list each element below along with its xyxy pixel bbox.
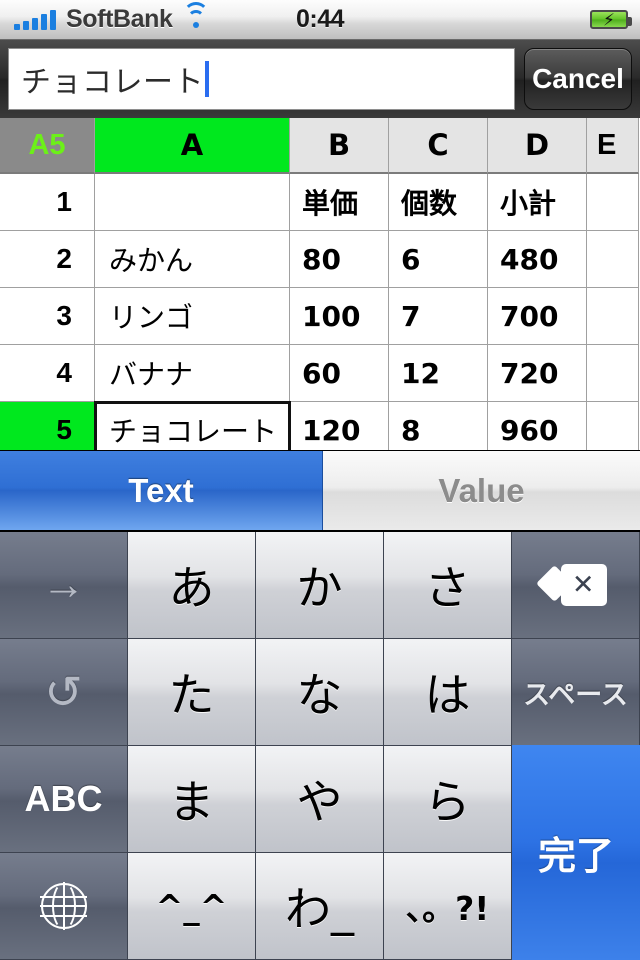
cell-E3[interactable] [587, 288, 639, 345]
undo-icon: ↺ [44, 666, 83, 718]
key-done[interactable]: 完了 [512, 745, 640, 960]
cell-B5[interactable]: 120 [290, 402, 389, 450]
battery-charging-icon: ⚡ [590, 10, 632, 29]
key-ma-row[interactable]: ま [128, 746, 256, 853]
cell-D4[interactable]: 720 [488, 345, 587, 402]
row-header-4[interactable]: 4 [0, 345, 95, 402]
cell-E5[interactable] [587, 402, 639, 450]
table-row: 4 バナナ 60 12 720 [0, 345, 640, 402]
abc-key-label: ABC [24, 778, 103, 819]
cell-B3[interactable]: 100 [290, 288, 389, 345]
key-ra-row[interactable]: ら [384, 746, 512, 853]
table-row: 2 みかん 80 6 480 [0, 231, 640, 288]
cell-D5[interactable]: 960 [488, 402, 587, 450]
cell-B1[interactable]: 単価 [290, 174, 389, 231]
delete-x-glyph: ✕ [571, 569, 595, 600]
cell-C4[interactable]: 12 [389, 345, 488, 402]
text-caret [205, 61, 209, 97]
row-header-1[interactable]: 1 [0, 174, 95, 231]
cell-D3[interactable]: 700 [488, 288, 587, 345]
cell-E1[interactable] [587, 174, 639, 231]
active-cell-indicator[interactable]: A5 [0, 118, 95, 174]
cell-A4[interactable]: バナナ [95, 345, 290, 402]
cell-E2[interactable] [587, 231, 639, 288]
cell-A3[interactable]: リンゴ [95, 288, 290, 345]
cell-C1[interactable]: 個数 [389, 174, 488, 231]
globe-icon [39, 882, 88, 930]
status-bar-clock: 0:44 [295, 5, 345, 33]
column-header-d[interactable]: D [488, 118, 587, 174]
spreadsheet-grid[interactable]: A5 A B C D E 1 単価 個数 小計 2 みかん 80 6 480 3… [0, 118, 640, 450]
cell-C5[interactable]: 8 [389, 402, 488, 450]
key-delete[interactable]: ✕ [512, 532, 640, 639]
key-next-candidate[interactable]: → [0, 532, 128, 639]
keyboard-row-1: → あ か さ ✕ [0, 532, 640, 639]
cell-A5[interactable]: チョコレート [94, 401, 291, 450]
column-header-c[interactable]: C [389, 118, 488, 174]
row-header-5[interactable]: 5 [0, 402, 95, 450]
cell-B2[interactable]: 80 [290, 231, 389, 288]
input-mode-segmented-control: Text Value [0, 450, 640, 532]
cell-D1[interactable]: 小計 [488, 174, 587, 231]
charging-bolt-icon: ⚡ [603, 10, 615, 29]
cell-edit-value: チョコレート [21, 65, 204, 100]
key-undo[interactable]: ↺ [0, 639, 128, 746]
arrow-right-icon: → [41, 560, 86, 609]
table-row: 3 リンゴ 100 7 700 [0, 288, 640, 345]
column-header-e[interactable]: E [587, 118, 639, 174]
key-sa-row[interactable]: さ [384, 532, 512, 639]
tab-value[interactable]: Value [323, 451, 640, 530]
key-globe-switch[interactable] [0, 853, 128, 960]
keyboard-row-2: ↺ た な は スペース [0, 639, 640, 746]
key-emoticon[interactable]: ^_^ [128, 853, 256, 960]
cell-A2[interactable]: みかん [95, 231, 290, 288]
cell-A1[interactable] [95, 174, 290, 231]
key-ka-row[interactable]: か [256, 532, 384, 639]
tab-text[interactable]: Text [0, 451, 323, 530]
cell-C3[interactable]: 7 [389, 288, 488, 345]
row-header-2[interactable]: 2 [0, 231, 95, 288]
key-ta-row[interactable]: た [128, 639, 256, 746]
key-wa-row[interactable]: わ_ [256, 853, 384, 960]
column-header-row: A5 A B C D E [0, 118, 640, 174]
table-row: 1 単価 個数 小計 [0, 174, 640, 231]
cell-edit-input[interactable]: チョコレート [8, 48, 515, 110]
phone-screen: SoftBank 0:44 ⚡ チョコレート Cancel A5 A B C D… [0, 0, 640, 960]
cell-E4[interactable] [587, 345, 639, 402]
kana-keyboard: → あ か さ ✕ ↺ た な は スペース ABC ま や ら ^_^ わ_ … [0, 532, 640, 960]
cell-D2[interactable]: 480 [488, 231, 587, 288]
cancel-button[interactable]: Cancel [524, 48, 632, 110]
column-header-b[interactable]: B [290, 118, 389, 174]
status-bar: SoftBank 0:44 ⚡ [0, 0, 640, 40]
cell-B4[interactable]: 60 [290, 345, 389, 402]
row-header-3[interactable]: 3 [0, 288, 95, 345]
cell-edit-bar: チョコレート Cancel [0, 40, 640, 118]
key-ha-row[interactable]: は [384, 639, 512, 746]
table-row: 5 チョコレート 120 8 960 [0, 401, 640, 450]
cell-C2[interactable]: 6 [389, 231, 488, 288]
key-punctuation[interactable]: 、。?! [384, 853, 512, 960]
key-abc-switch[interactable]: ABC [0, 746, 128, 853]
key-ya-row[interactable]: や [256, 746, 384, 853]
key-na-row[interactable]: な [256, 639, 384, 746]
key-a-row[interactable]: あ [128, 532, 256, 639]
column-header-a[interactable]: A [95, 118, 290, 174]
delete-backspace-icon: ✕ [535, 564, 607, 606]
key-space[interactable]: スペース [512, 639, 640, 746]
